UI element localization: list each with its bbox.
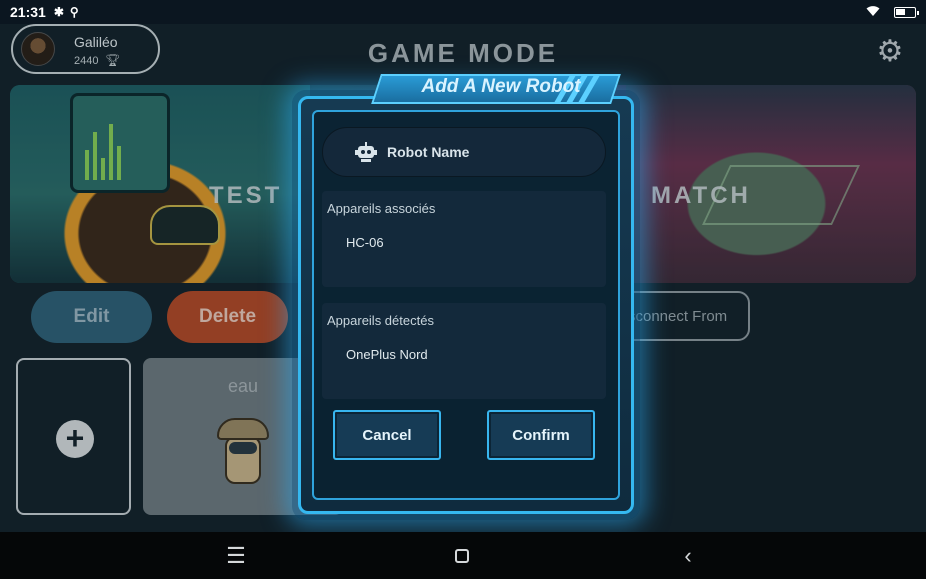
status-time: 21:31	[10, 4, 46, 20]
back-icon[interactable]: ‹	[676, 544, 700, 568]
wifi-icon	[866, 5, 880, 20]
usb-icon: ⚲	[69, 5, 79, 19]
monitor-illustration	[70, 93, 170, 193]
system-nav-bar: ☰ ‹	[0, 532, 926, 579]
robot-mascot-icon	[211, 418, 275, 494]
race-car-illustration	[150, 205, 220, 245]
robot-icon	[355, 142, 377, 162]
cancel-button[interactable]: Cancel	[333, 410, 441, 460]
battery-icon	[894, 6, 919, 18]
edit-button[interactable]: Edit	[31, 291, 152, 343]
status-bar: 21:31 ✱ ⚲	[0, 0, 926, 24]
detected-device-item[interactable]: OnePlus Nord	[346, 347, 428, 362]
gear-icon[interactable]: ⚙	[875, 37, 905, 67]
detected-devices-list: Appareils détectés OnePlus Nord	[322, 303, 606, 399]
dialog-title: Add A New Robot	[421, 76, 581, 97]
paired-devices-list: Appareils associés HC-06	[322, 191, 606, 287]
home-icon[interactable]	[450, 544, 474, 568]
detected-devices-heading: Appareils détectés	[327, 313, 434, 328]
confirm-button[interactable]: Confirm	[487, 410, 595, 460]
paired-device-item[interactable]: HC-06	[346, 235, 384, 250]
test-mode-label: TEST	[209, 182, 283, 209]
match-mode-label: MATCH	[651, 182, 751, 209]
paired-devices-heading: Appareils associés	[327, 201, 436, 216]
robot-name-input[interactable]: Robot Name	[322, 127, 606, 177]
menu-icon[interactable]: ☰	[224, 544, 248, 568]
add-robot-card[interactable]: +	[16, 358, 131, 515]
delete-button[interactable]: Delete	[167, 291, 288, 343]
app-screen: Galiléo 2440 🏆︎ GAME MODE ⚙ TEST MATCH E…	[0, 24, 926, 532]
plus-icon: +	[56, 420, 94, 458]
bluetooth-icon: ✱	[53, 5, 64, 19]
robot-name-placeholder: Robot Name	[387, 144, 470, 160]
page-title: GAME MODE	[367, 38, 559, 68]
